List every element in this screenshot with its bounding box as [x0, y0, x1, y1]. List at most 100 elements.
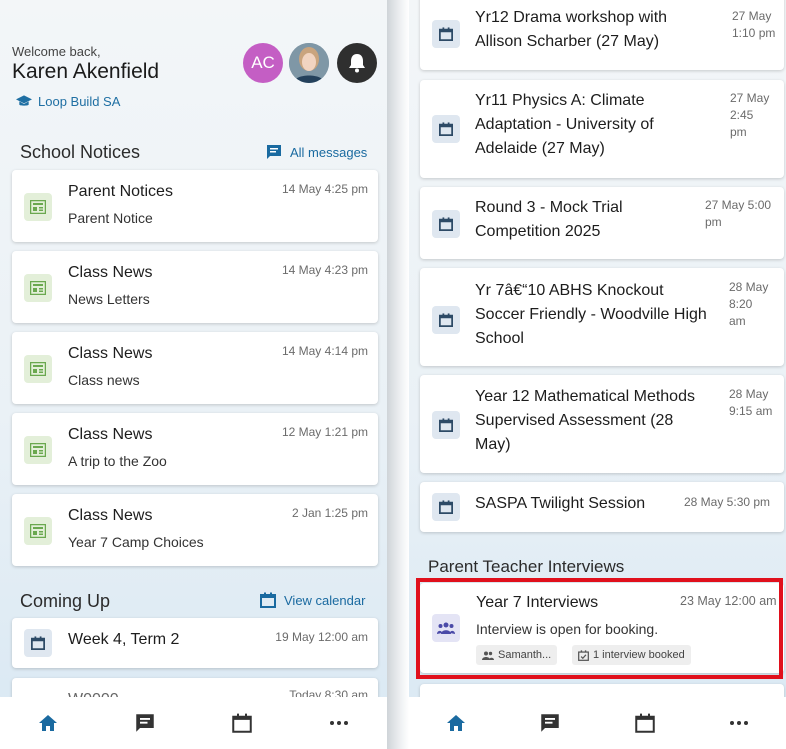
event-card[interactable]: Year 12 Mathematical Methods Supervised … [420, 375, 784, 473]
panel-divider [387, 0, 409, 749]
avatar-initials[interactable]: AC [243, 43, 283, 83]
nav-more[interactable] [719, 703, 759, 743]
calendar-icon [432, 493, 460, 521]
home-icon [447, 715, 466, 731]
event-card[interactable]: Yr12 Drama workshop with Allison Scharbe… [420, 0, 784, 70]
newspaper-icon [24, 274, 52, 302]
event-title: Week 4, Term 2 [68, 631, 180, 648]
event-time-line: 28 May [729, 387, 769, 401]
home-screen-left: Welcome back, Karen Akenfield Loop Build… [0, 0, 387, 749]
event-title-line: School [475, 330, 524, 347]
notice-card[interactable]: Class News News Letters 14 May 4:23 pm [12, 251, 378, 323]
notices-heading: School Notices [20, 142, 141, 162]
bell-icon [349, 54, 365, 73]
event-title-line: Soccer Friendly - Woodville High [475, 306, 707, 323]
calendar-icon [232, 713, 252, 733]
event-time-line: 1:10 pm [732, 26, 776, 40]
all-messages-link[interactable]: All messages [266, 144, 367, 160]
notice-subtitle: Class news [68, 372, 140, 388]
message-icon [541, 714, 560, 732]
notice-title: Class News [68, 264, 153, 281]
calendar-icon [432, 210, 460, 238]
org-name: Loop Build SA [38, 94, 121, 109]
notice-title: Class News [68, 426, 153, 443]
event-card[interactable]: Yr 7â€“10 ABHS Knockout Soccer Friendly … [420, 268, 784, 366]
more-icon [329, 721, 348, 725]
event-time-line: 28 May 5:30 pm [684, 495, 771, 509]
notice-card[interactable]: Class News A trip to the Zoo 12 May 1:21… [12, 413, 378, 485]
notice-time: 12 May 1:21 pm [281, 425, 368, 439]
message-icon [136, 714, 154, 732]
screenshot-stage: Welcome back, Karen Akenfield Loop Build… [0, 0, 786, 749]
notice-title: Parent Notices [68, 183, 173, 200]
notice-title: Class News [68, 507, 153, 524]
calendar-icon [432, 20, 460, 48]
school-cap-icon [16, 94, 32, 106]
notice-subtitle: News Letters [68, 291, 150, 307]
nav-messages[interactable] [530, 703, 570, 743]
notice-card[interactable]: Parent Notices Parent Notice 14 May 4:25… [12, 170, 378, 242]
notice-card[interactable]: Class News Class news 14 May 4:14 pm [12, 332, 378, 404]
event-title-line: Yr 7â€“10 ABHS Knockout [475, 282, 664, 299]
calendar-icon [432, 411, 460, 439]
event-title-line: Yr12 Drama workshop with [475, 9, 668, 26]
newspaper-icon [24, 193, 52, 221]
notice-time: 2 Jan 1:25 pm [291, 506, 368, 520]
nav-calendar[interactable] [625, 703, 665, 743]
event-time-line: am [729, 314, 746, 328]
calendar-icon [260, 592, 276, 608]
nav-calendar[interactable] [222, 703, 262, 743]
event-time-line: 27 May [732, 9, 772, 23]
event-title-line: Allison Scharber (27 May) [475, 33, 660, 50]
home-icon [39, 715, 58, 731]
event-title-line: Adelaide (27 May) [475, 140, 605, 157]
view-calendar-link[interactable]: View calendar [260, 592, 365, 608]
org-selector[interactable]: Loop Build SA [16, 94, 120, 109]
user-name: Karen Akenfield [12, 60, 160, 83]
message-icon [267, 145, 281, 159]
notice-subtitle: Parent Notice [68, 210, 153, 226]
event-title-line: Round 3 - Mock Trial [475, 199, 623, 216]
coming-up-heading: Coming Up [20, 591, 111, 611]
avatar-photo[interactable] [289, 43, 329, 83]
event-card[interactable]: Round 3 - Mock Trial Competition 2025 27… [420, 187, 784, 259]
nav-home[interactable] [436, 703, 476, 743]
notice-subtitle: Year 7 Camp Choices [68, 534, 204, 550]
event-time-line: 28 May [729, 280, 769, 294]
more-icon [729, 721, 748, 725]
event-title-line: Adaptation - University of [475, 116, 654, 133]
event-time-line: pm [730, 125, 747, 139]
calendar-icon [634, 713, 655, 733]
notice-subtitle: A trip to the Zoo [68, 453, 167, 469]
nav-messages[interactable] [125, 703, 165, 743]
newspaper-icon [24, 355, 52, 383]
event-title-line: SASPA Twilight Session [475, 495, 646, 512]
calendar-icon [24, 629, 52, 657]
nav-more[interactable] [319, 703, 359, 743]
interviews-heading: Parent Teacher Interviews [428, 557, 625, 576]
all-messages-label: All messages [290, 144, 368, 160]
event-time-line: 2:45 [730, 108, 754, 122]
nav-home[interactable] [28, 703, 68, 743]
notice-title: Class News [68, 345, 153, 362]
newspaper-icon [24, 436, 52, 464]
bottom-navigation [0, 697, 387, 749]
event-title-line: Year 12 Mathematical Methods [475, 388, 695, 405]
event-title-line: Competition 2025 [475, 223, 601, 240]
event-title-line: May) [475, 436, 511, 453]
notice-time: 14 May 4:25 pm [281, 182, 368, 196]
event-title-line: Supervised Assessment (28 [475, 412, 674, 429]
notice-card[interactable]: Class News Year 7 Camp Choices 2 Jan 1:2… [12, 494, 378, 566]
event-card[interactable]: SASPA Twilight Session 28 May 5:30 pm [420, 482, 784, 532]
view-calendar-label: View calendar [284, 592, 366, 608]
event-time-line: 9:15 am [729, 404, 773, 418]
notice-time: 14 May 4:14 pm [281, 344, 368, 358]
event-card[interactable]: Yr11 Physics A: Climate Adaptation - Uni… [420, 80, 784, 178]
calendar-icon [432, 115, 460, 143]
calendar-icon [432, 306, 460, 334]
profile-photo-icon [289, 43, 329, 83]
event-card[interactable]: Week 4, Term 2 19 May 12:00 am [12, 618, 378, 668]
notifications-button[interactable] [337, 43, 377, 83]
bottom-navigation [409, 697, 786, 749]
event-title-line: Yr11 Physics A: Climate [475, 92, 645, 109]
